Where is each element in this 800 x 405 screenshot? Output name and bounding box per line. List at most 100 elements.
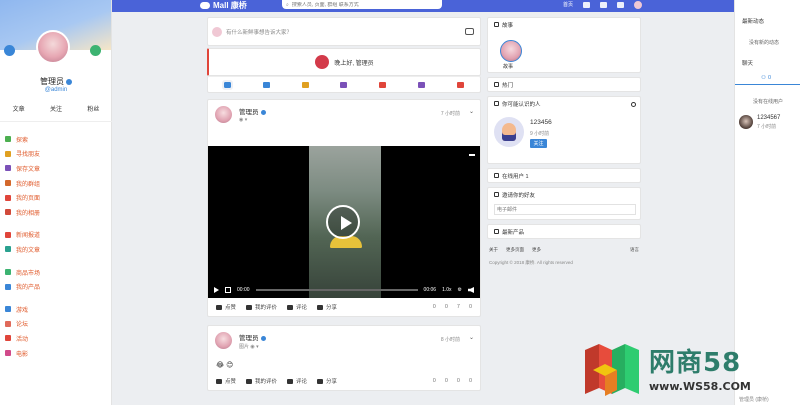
chevron-down-icon[interactable]: ⌄ (469, 108, 474, 115)
post-author-name[interactable]: 管理员 (239, 106, 266, 116)
search-input[interactable] (291, 1, 432, 8)
sidebar-item[interactable]: 探索 (0, 132, 112, 147)
location-icon[interactable] (456, 81, 464, 88)
search-icon[interactable]: ⌕ (286, 2, 289, 8)
play-button-icon[interactable] (326, 205, 360, 239)
post-author-text[interactable]: 管理员 (239, 335, 259, 342)
story-avatar[interactable] (500, 40, 522, 62)
sidebar-item[interactable]: 我的产品 (0, 279, 112, 294)
chevron-down-icon[interactable]: ⌄ (469, 334, 474, 341)
footer-link-more[interactable]: 更多 (532, 247, 541, 253)
stat-posts[interactable]: 文章 (13, 104, 25, 113)
home-link[interactable]: 首页 (563, 1, 573, 8)
box-icon (5, 283, 11, 290)
likes-count[interactable]: 0 (433, 304, 436, 310)
volume-icon[interactable] (468, 287, 474, 293)
chat-user-avatar[interactable] (739, 115, 753, 129)
comments-count[interactable]: 0 (469, 378, 472, 384)
sidebar-item[interactable]: 商品市场 (0, 265, 112, 280)
sidebar-item[interactable]: 我的相册 (0, 205, 112, 220)
profile-name[interactable]: 管理员 (0, 76, 112, 87)
stat-followers[interactable]: 粉丝 (87, 104, 99, 113)
playback-speed[interactable]: 1.0x (442, 287, 451, 293)
greeting-icon (315, 55, 330, 69)
suggested-user-name[interactable]: 123456 (530, 119, 552, 126)
feed-post: 管理员 ◉ ▾ 7 小时前 ⌄ 00:00 00:06 1.0x ⚙ 点赞 我的 (207, 99, 481, 317)
video-progress-bar[interactable] (255, 289, 418, 291)
post-author-name[interactable]: 管理员 (239, 332, 266, 342)
video-player[interactable]: 00:00 00:06 1.0x ⚙ (208, 146, 480, 298)
sidebar-item[interactable]: 寻找朋友 (0, 147, 112, 162)
group-icon (5, 180, 11, 187)
privacy-globe-icon[interactable]: ◉ ▾ (239, 117, 247, 123)
footer-link-pages[interactable]: 更多页面 (506, 247, 524, 253)
sidebar-item[interactable]: 新闻报道 (0, 228, 112, 243)
language-selector[interactable]: 语言 (630, 247, 639, 253)
composer-placeholder[interactable]: 有什么新鲜事想告诉大家？ (226, 28, 292, 36)
post-composer[interactable]: 有什么新鲜事想告诉大家？ (207, 17, 481, 46)
sidebar-item[interactable]: 电影 (0, 346, 112, 361)
download-icon[interactable] (469, 151, 475, 156)
grid-icon[interactable] (221, 79, 233, 90)
react-button[interactable]: 我的评价 (246, 377, 277, 385)
settings-icon[interactable]: ⚙ (458, 287, 462, 293)
notifications-icon[interactable] (617, 1, 624, 8)
post-time[interactable]: 8 小时前 (441, 336, 460, 343)
reactions-count[interactable]: 0 (445, 378, 448, 384)
sidebar-item[interactable]: 论坛 (0, 317, 112, 332)
profile-avatar[interactable] (36, 30, 70, 64)
sidebar-item[interactable]: 游戏 (0, 302, 112, 317)
comment-button[interactable]: 评论 (287, 303, 307, 311)
search-box[interactable]: ⌕ (282, 0, 442, 9)
logo-text: Mall 康桥 (213, 0, 247, 10)
story-label[interactable]: 故事 (503, 63, 513, 70)
user-menu-avatar[interactable] (634, 0, 642, 9)
like-button[interactable]: 点赞 (216, 377, 236, 385)
stat-following[interactable]: 关注 (50, 104, 62, 113)
settings-gear-icon[interactable] (90, 45, 101, 56)
sidebar-item[interactable]: 我的文章 (0, 242, 112, 257)
file-icon[interactable] (418, 81, 426, 88)
chat-icon[interactable] (4, 45, 15, 56)
footer-link-about[interactable]: 关于 (489, 247, 498, 253)
invite-email-input[interactable] (494, 204, 636, 215)
post-author-text[interactable]: 管理员 (239, 109, 259, 116)
upload-icon[interactable] (262, 81, 270, 88)
profile-name-text[interactable]: 管理员 (40, 77, 64, 86)
messages-icon[interactable] (600, 1, 607, 8)
mail-icon (494, 192, 499, 197)
latest-products-widget: 最新产品 (487, 224, 641, 239)
friend-requests-icon[interactable] (583, 1, 590, 8)
likes-count[interactable]: 0 (433, 378, 436, 384)
react-button[interactable]: 我的评价 (246, 303, 277, 311)
video-icon[interactable] (340, 81, 348, 88)
sidebar-item[interactable]: 保存文章 (0, 161, 112, 176)
camera-icon[interactable] (465, 28, 474, 35)
share-label: 分享 (326, 305, 338, 311)
share-button[interactable]: 分享 (317, 377, 337, 385)
fullscreen-icon[interactable] (225, 287, 231, 293)
follow-button[interactable]: 关注 (530, 139, 547, 148)
comments-count[interactable]: 0 (469, 304, 472, 310)
image-icon[interactable] (301, 81, 309, 88)
comment-button[interactable]: 评论 (287, 377, 307, 385)
play-icon[interactable] (214, 287, 219, 293)
like-button[interactable]: 点赞 (216, 303, 236, 311)
sidebar-item[interactable]: 活动 (0, 331, 112, 346)
reactions-count[interactable]: 0 (445, 304, 448, 310)
sidebar-item-label: 我的群组 (16, 181, 41, 188)
sidebar-item[interactable]: 我的页面 (0, 190, 112, 205)
refresh-icon[interactable] (631, 102, 636, 107)
post-time[interactable]: 7 小时前 (441, 110, 460, 117)
chat-user[interactable]: 1234567 7 小时前 (739, 115, 799, 131)
popular-title[interactable]: 热门 (502, 81, 513, 89)
suggested-user-avatar[interactable] (494, 117, 524, 147)
share-button[interactable]: 分享 (317, 303, 337, 311)
sidebar-item[interactable]: 我的群组 (0, 176, 112, 191)
online-users-tab[interactable]: ⚇ 0 (735, 72, 800, 85)
site-logo[interactable]: Mall 康桥 (200, 0, 247, 10)
post-author-avatar[interactable] (215, 106, 232, 123)
music-icon[interactable] (379, 81, 387, 88)
post-author-avatar[interactable] (215, 332, 232, 349)
chat-user-name[interactable]: 1234567 (757, 115, 780, 121)
